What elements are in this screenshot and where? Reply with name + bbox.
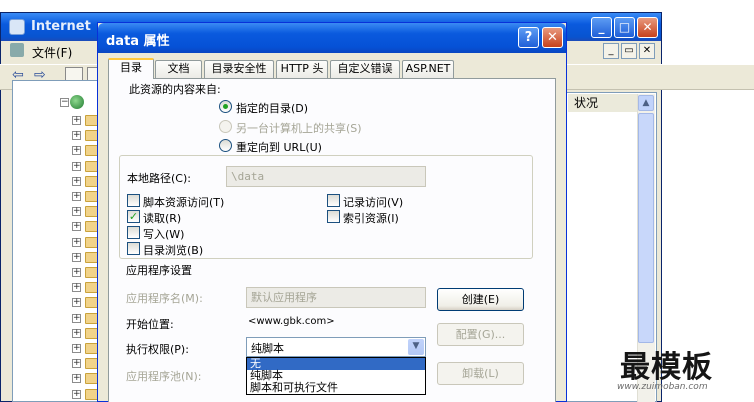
tab-http-headers[interactable]: HTTP 头 bbox=[276, 60, 328, 78]
exec-permissions-value: 纯脚本 bbox=[251, 342, 284, 355]
dialog-close-button[interactable]: ✕ bbox=[542, 27, 563, 48]
watermark-url: www.zuimoban.com bbox=[617, 382, 708, 392]
menu-file[interactable]: 文件(F) bbox=[32, 44, 72, 61]
unload-button: 卸载(L) bbox=[437, 362, 524, 385]
app-name-label: 应用程序名(M): bbox=[126, 292, 203, 305]
list-header-status[interactable]: 状况 bbox=[568, 94, 638, 112]
watermark-logo: 最模板 bbox=[620, 350, 713, 385]
radio-redirect-url[interactable] bbox=[219, 139, 232, 152]
checkbox-index-resource[interactable] bbox=[327, 210, 340, 223]
iis-app-icon bbox=[9, 19, 25, 35]
expand-icon[interactable]: + bbox=[72, 268, 81, 277]
content-source-heading: 此资源的内容来自: bbox=[129, 83, 221, 96]
exec-permissions-select[interactable]: 纯脚本 ▼ bbox=[246, 337, 426, 357]
create-button[interactable]: 创建(E) bbox=[437, 288, 524, 311]
dropdown-option[interactable]: 脚本和可执行文件 bbox=[247, 382, 425, 394]
app-name-field: 默认应用程序 bbox=[246, 287, 426, 308]
scroll-up-icon[interactable]: ▲ bbox=[638, 95, 654, 111]
expand-icon[interactable]: + bbox=[72, 116, 81, 125]
expand-icon[interactable]: + bbox=[72, 389, 81, 399]
expand-icon[interactable]: + bbox=[72, 237, 81, 247]
bg-minimize-button[interactable]: _ bbox=[591, 17, 612, 38]
tab-documents[interactable]: 文档 bbox=[155, 60, 202, 78]
expand-icon[interactable]: + bbox=[72, 222, 81, 232]
bg-close-button[interactable]: ✕ bbox=[637, 17, 658, 38]
bg-maximize-button[interactable]: □ bbox=[614, 17, 635, 38]
expand-icon[interactable]: + bbox=[72, 328, 81, 338]
tab-aspnet[interactable]: ASP.NET bbox=[402, 60, 454, 78]
directory-browsing-label[interactable]: 目录浏览(B) bbox=[143, 242, 203, 258]
dialog-titlebar[interactable]: data 属性 ? ✕ bbox=[98, 23, 566, 53]
help-button[interactable]: ? bbox=[518, 27, 539, 48]
expand-icon[interactable]: + bbox=[72, 298, 81, 308]
checkbox-log-visits[interactable] bbox=[327, 194, 340, 207]
radio-network-share-label: 另一台计算机上的共享(S) bbox=[236, 122, 362, 135]
app-settings-heading: 应用程序设置 bbox=[126, 264, 192, 277]
checkbox-write[interactable] bbox=[127, 226, 140, 239]
bg-window-title: Internet bbox=[31, 19, 91, 34]
local-path-field[interactable]: \data bbox=[226, 166, 426, 187]
expand-icon[interactable]: + bbox=[72, 283, 81, 293]
website-globe-icon bbox=[70, 95, 84, 109]
expand-icon[interactable]: + bbox=[72, 176, 81, 186]
radio-local-directory[interactable] bbox=[219, 100, 232, 113]
expand-icon[interactable]: + bbox=[72, 344, 81, 353]
expand-icon[interactable]: + bbox=[72, 374, 81, 384]
index-resource-label[interactable]: 索引资源(I) bbox=[343, 210, 399, 226]
local-path-label: 本地路径(C): bbox=[127, 172, 191, 185]
app-pool-label: 应用程序池(N): bbox=[126, 370, 202, 383]
mdi-minimize-button[interactable]: _ bbox=[603, 43, 619, 59]
radio-redirect-url-label[interactable]: 重定向到 URL(U) bbox=[236, 139, 322, 155]
expand-icon[interactable]: + bbox=[72, 161, 81, 171]
tab-directory[interactable]: 目录 bbox=[108, 58, 154, 79]
expand-icon[interactable]: + bbox=[72, 146, 81, 156]
dialog-title: data 属性 bbox=[106, 34, 170, 49]
checkbox-directory-browsing[interactable] bbox=[127, 242, 140, 255]
start-location-label: 开始位置: bbox=[126, 318, 174, 331]
expand-icon[interactable]: + bbox=[72, 359, 81, 369]
mdi-restore-button[interactable]: ▭ bbox=[621, 43, 637, 59]
checkbox-script-source-access[interactable] bbox=[127, 194, 140, 207]
read-label[interactable]: 读取(R) bbox=[143, 210, 181, 226]
expand-icon[interactable]: + bbox=[72, 131, 81, 141]
write-label[interactable]: 写入(W) bbox=[143, 226, 184, 242]
expand-icon[interactable]: + bbox=[72, 313, 81, 323]
chevron-down-icon[interactable]: ▼ bbox=[408, 339, 424, 355]
scroll-thumb[interactable] bbox=[638, 113, 654, 343]
expand-icon[interactable]: + bbox=[72, 252, 81, 262]
expand-icon[interactable]: + bbox=[72, 192, 81, 201]
exec-permissions-dropdown: 无 纯脚本 脚本和可执行文件 bbox=[246, 357, 426, 395]
checkbox-read[interactable]: ✓ bbox=[127, 210, 140, 223]
collapse-icon[interactable]: − bbox=[60, 98, 69, 107]
tab-custom-errors[interactable]: 自定义错误 bbox=[330, 60, 400, 78]
console-icon bbox=[10, 43, 24, 57]
config-button: 配置(G)... bbox=[437, 323, 524, 346]
script-source-access-label[interactable]: 脚本资源访问(T) bbox=[143, 194, 224, 210]
start-location-value: <www.gbk.com> bbox=[248, 316, 335, 327]
mdi-close-button[interactable]: ✕ bbox=[639, 43, 655, 59]
tab-directory-security[interactable]: 目录安全性 bbox=[204, 60, 274, 78]
log-visits-label[interactable]: 记录访问(V) bbox=[343, 194, 403, 210]
expand-icon[interactable]: + bbox=[72, 207, 81, 217]
exec-permissions-label: 执行权限(P): bbox=[126, 343, 189, 356]
radio-network-share bbox=[219, 120, 232, 133]
radio-local-directory-label[interactable]: 指定的目录(D) bbox=[236, 100, 308, 116]
